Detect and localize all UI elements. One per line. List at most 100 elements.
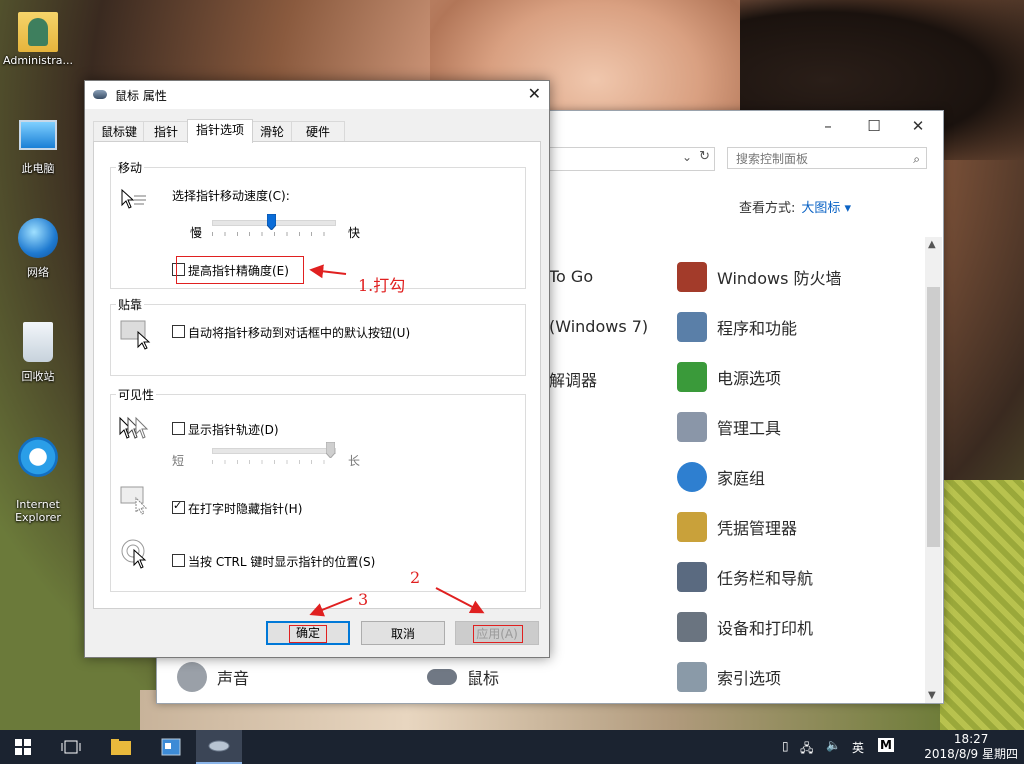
hide-pointer-icon [120,486,148,515]
chevron-down-icon[interactable]: ⌄ [682,150,692,164]
cp-item-devices[interactable]: 设备和打印机 [677,611,813,643]
ime-indicator[interactable]: M [878,738,894,752]
cp-item-mouse[interactable]: 鼠标 [427,661,499,693]
wallpaper-scarf [940,480,1024,730]
control-panel-taskbar-button[interactable] [150,730,192,764]
maximize-button[interactable]: ☐ [851,115,897,137]
snap-label[interactable]: 自动将指针移动到对话框中的默认按钮(U) [188,324,410,341]
cp-item-label: Windows 防火墙 [717,269,842,288]
annotation-step-3: 3 [358,590,369,609]
pointer-speed-icon [121,188,146,209]
homegroup-icon [677,462,707,492]
control-panel-icon [161,738,181,756]
firewall-icon [677,262,707,292]
cp-item-label: 程序和功能 [717,319,798,338]
close-icon[interactable]: ✕ [528,84,541,103]
mouse-icon [427,669,457,685]
cp-item-label: 设备和打印机 [717,619,814,638]
snap-checkbox[interactable] [172,325,185,338]
taskbar-nav-icon [677,562,707,592]
cp-item-label: 索引选项 [717,669,782,688]
desktop-icon-ie[interactable]: Internet Explorer [0,424,76,537]
minimize-button[interactable]: – [805,115,851,137]
refresh-icon[interactable]: ↻ [699,149,710,164]
cp-item-taskbar[interactable]: 任务栏和导航 [677,561,813,593]
usb-icon[interactable]: ▯ [782,739,789,753]
apply-highlight-box [473,625,523,643]
hide-while-typing-checkbox[interactable] [172,499,185,514]
internet-explorer-icon [18,437,58,477]
tab-wheel[interactable]: 滑轮 [251,121,293,142]
view-by-dropdown[interactable]: 大图标 ▾ [801,201,851,216]
cp-item-label: 家庭组 [717,469,766,488]
snap-group-label: 贴靠 [116,296,145,313]
annotation-step-2: 2 [410,568,421,587]
cp-item-sound[interactable]: 声音 [177,661,249,693]
search-input[interactable]: 搜索控制面板 ⌕ [727,147,927,169]
ctrl-show-location-label[interactable]: 当按 CTRL 键时显示指针的位置(S) [188,553,375,570]
ctrl-show-location-checkbox[interactable] [172,554,185,567]
programs-icon [677,312,707,342]
folder-icon [111,739,131,755]
start-button[interactable] [0,730,46,764]
cp-item-homegroup[interactable]: 家庭组 [677,461,765,493]
cp-item-admin-tools[interactable]: 管理工具 [677,411,781,443]
cancel-button-label: 取消 [390,627,415,641]
cp-item-indexing[interactable]: 索引选项 [677,661,781,693]
mouse-icon [93,90,107,99]
credential-icon [677,512,707,542]
cp-item-programs[interactable]: 程序和功能 [677,311,797,343]
mouse-properties-taskbar-button[interactable] [196,730,242,764]
task-view-button[interactable] [50,730,92,764]
trails-checkbox[interactable] [172,422,185,435]
cp-item-firewall[interactable]: Windows 防火墙 [677,261,842,293]
address-bar[interactable]: ⌄ ↻ [537,147,715,171]
file-explorer-button[interactable] [100,730,142,764]
network-tray-icon[interactable]: 🖧 [800,739,813,760]
slow-label: 慢 [190,226,203,240]
desktop-icon-user-folder[interactable]: Administra... [0,12,76,67]
volume-icon[interactable]: 🔈 [826,738,841,752]
desktop-icon-this-pc[interactable]: 此电脑 [0,112,76,176]
speed-label: 选择指针移动速度(C): [172,189,290,203]
tab-pointer-options[interactable]: 指针选项 [187,119,253,143]
cp-item-credential[interactable]: 凭据管理器 [677,511,797,543]
language-indicator[interactable]: 英 [852,739,864,756]
computer-icon [19,120,57,150]
indexing-icon [677,662,707,692]
desktop-icon-network[interactable]: 网络 [0,218,76,280]
clock[interactable]: 18:27 2018/8/9 星期四 [924,732,1018,762]
scroll-down-icon[interactable]: ▼ [928,690,936,701]
desktop-icon-label: Internet Explorer [15,498,61,524]
trails-slider-thumb[interactable] [326,442,335,458]
scrollbar-thumb[interactable] [927,287,940,547]
tab-hardware[interactable]: 硬件 [291,121,345,142]
fast-label: 快 [348,226,361,240]
cp-item-label: 任务栏和导航 [717,569,814,588]
ok-highlight-box [289,625,327,643]
partial-item[interactable]: 解调器 [549,367,597,391]
cp-item-label: 鼠标 [467,669,500,688]
cp-item-power[interactable]: 电源选项 [677,361,781,393]
cp-item-label: 管理工具 [717,419,782,438]
partial-item[interactable]: (Windows 7) [549,317,648,336]
scroll-up-icon[interactable]: ▲ [928,239,936,250]
user-folder-icon [18,12,58,52]
hide-while-typing-label[interactable]: 在打字时隐藏指针(H) [188,500,302,517]
dialog-title: 鼠标 属性 [115,89,167,103]
trails-slider-ticks [212,460,336,464]
vertical-scrollbar[interactable]: ▲ ▼ [925,237,942,703]
tab-panel: 移动 选择指针移动速度(C): 慢 快 提高指针精确度(E) 贴靠 自动将指针移… [93,141,541,609]
tab-buttons[interactable]: 鼠标键 [93,121,145,142]
annotation-step-1: 1.打勾 [358,276,406,295]
desktop-icon-recycle-bin[interactable]: 回收站 [0,322,76,384]
dialog-titlebar: 鼠标 属性 ✕ [85,81,549,109]
partial-item[interactable]: To Go [549,267,593,286]
close-button[interactable]: ✕ [895,115,941,137]
clock-date: 2018/8/9 星期四 [924,747,1018,761]
trails-slider-track[interactable] [212,448,336,454]
trails-label[interactable]: 显示指针轨迹(D) [188,421,279,438]
tab-pointers[interactable]: 指针 [143,121,189,142]
speed-slider-thumb[interactable] [267,214,276,230]
cancel-button[interactable]: 取消 [361,621,445,645]
